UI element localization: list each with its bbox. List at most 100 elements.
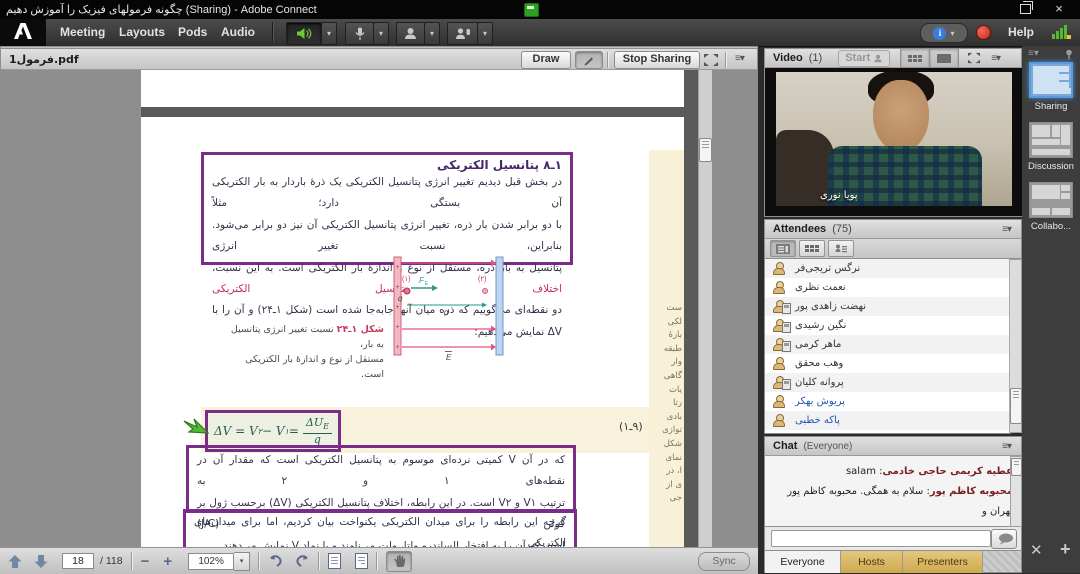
chat-pod-menu-icon[interactable]: ≡▾ bbox=[1002, 441, 1011, 452]
margin-word: توازی bbox=[662, 424, 682, 438]
layout-sharing-thumbnail[interactable] bbox=[1029, 62, 1073, 98]
pan-tool-button[interactable] bbox=[386, 551, 412, 572]
document-scrollbar[interactable] bbox=[698, 70, 712, 547]
share-pod-menu-icon[interactable]: ≡▾ bbox=[735, 53, 744, 64]
status-button[interactable] bbox=[447, 22, 478, 45]
chat-pod-title: Chat bbox=[773, 440, 797, 452]
divider bbox=[131, 552, 133, 570]
figure-force-sub: E bbox=[425, 281, 429, 287]
zoom-out-button[interactable]: − bbox=[141, 553, 150, 570]
attendees-scrollbar[interactable] bbox=[1009, 259, 1022, 433]
list-item[interactable]: وهب محقق bbox=[765, 354, 1010, 373]
fullscreen-icon[interactable] bbox=[703, 53, 719, 67]
microphone-dropdown[interactable]: ▾ bbox=[373, 22, 389, 45]
status-dropdown[interactable]: ▾ bbox=[477, 22, 493, 45]
attendee-device-icon bbox=[772, 300, 785, 313]
page-number-input[interactable] bbox=[62, 553, 94, 569]
list-item[interactable]: نعمت نظری bbox=[765, 278, 1010, 297]
margin-word: ی از bbox=[662, 479, 682, 493]
connection-signal-icon[interactable] bbox=[1052, 24, 1070, 39]
restore-button[interactable] bbox=[1020, 4, 1031, 14]
page-total-label: / 118 bbox=[100, 555, 123, 567]
layout-discussion-thumbnail[interactable] bbox=[1029, 122, 1073, 158]
attendee-grid-view-button[interactable] bbox=[799, 240, 825, 257]
fit-width-button[interactable] bbox=[328, 553, 341, 569]
speaker-button[interactable] bbox=[286, 22, 322, 45]
layout-discussion-label[interactable]: Discussion bbox=[1022, 161, 1080, 172]
list-item[interactable]: ماهر کرمی bbox=[765, 335, 1010, 354]
window-title: چگونه فرمولهای فیزیک را آموزش دهیم (Shar… bbox=[6, 3, 317, 16]
tab-hosts[interactable]: Hosts bbox=[841, 551, 903, 573]
attendee-list-view-button[interactable] bbox=[770, 240, 796, 257]
attendee-icon bbox=[772, 281, 785, 294]
page-down-button[interactable] bbox=[34, 555, 48, 568]
share-pod-header: فرمول1.pdf Draw Stop Sharing ≡▾ bbox=[0, 48, 758, 70]
svg-text:+: + bbox=[396, 264, 400, 271]
layout-bar-menu-icon[interactable]: ≡▾ bbox=[1028, 48, 1039, 59]
tab-everyone[interactable]: Everyone bbox=[765, 551, 841, 573]
chat-message: عطیه کریمی حاجی خادمی: salam bbox=[779, 462, 1013, 482]
speaker-dropdown[interactable]: ▾ bbox=[321, 22, 337, 45]
help-link[interactable]: Help bbox=[1008, 25, 1034, 39]
single-view-button[interactable] bbox=[930, 48, 959, 68]
scrollbar-thumb[interactable] bbox=[1010, 388, 1022, 424]
page-up-button[interactable] bbox=[8, 555, 22, 568]
microphone-button[interactable] bbox=[345, 22, 374, 45]
menu-audio[interactable]: Audio bbox=[221, 25, 255, 39]
undo-button[interactable] bbox=[268, 555, 283, 568]
stop-sharing-button[interactable]: Stop Sharing bbox=[614, 51, 700, 69]
list-item[interactable]: نرگس تریجی‌فر bbox=[765, 259, 1010, 278]
close-layout-bar-icon[interactable]: ✕ bbox=[1030, 541, 1043, 559]
menu-pods[interactable]: Pods bbox=[178, 25, 207, 39]
list-item[interactable]: پریوش بهکر bbox=[765, 392, 1010, 411]
list-item[interactable]: پاکه خطبی bbox=[765, 411, 1010, 430]
attendees-toolbar bbox=[764, 239, 1022, 259]
chat-tabs: Everyone Hosts Presenters bbox=[764, 551, 1022, 573]
menu-layouts[interactable]: Layouts bbox=[119, 25, 165, 39]
raise-hand-icon bbox=[455, 27, 471, 40]
redo-button[interactable] bbox=[295, 555, 310, 568]
page-margin-column: ست لکی بارهٔ طبقه وار گاهی یات رتا بادی … bbox=[649, 150, 684, 547]
figure-field-label: E bbox=[446, 353, 452, 362]
list-item[interactable]: پروانه کلیان bbox=[765, 373, 1010, 392]
draw-button[interactable]: Draw bbox=[521, 51, 571, 69]
layout-collaboration-thumbnail[interactable] bbox=[1029, 182, 1073, 218]
webcam-dropdown[interactable]: ▾ bbox=[424, 22, 440, 45]
fit-page-button[interactable] bbox=[355, 553, 368, 569]
attendees-count: (75) bbox=[832, 223, 852, 235]
attendee-status-view-button[interactable] bbox=[828, 240, 854, 257]
pin-icon[interactable] bbox=[1064, 49, 1074, 60]
start-webcam-button[interactable]: Start bbox=[838, 50, 890, 67]
fullscreen-icon[interactable] bbox=[967, 52, 981, 64]
tab-presenters[interactable]: Presenters bbox=[903, 551, 983, 573]
video-pod-header: Video (1) Start ≡▾ bbox=[764, 48, 1022, 68]
annotation-box-1: ۱ـ۸ پتانسیل الکتریکی در بخش قبل دیدیم تغ… bbox=[201, 152, 573, 265]
chat-input[interactable] bbox=[771, 530, 991, 547]
connection-info-button[interactable]: i▾ bbox=[920, 23, 968, 43]
chat-scrollbar[interactable] bbox=[1010, 456, 1022, 527]
list-item[interactable]: نگین رشیدی bbox=[765, 316, 1010, 335]
pointer-tool-button[interactable] bbox=[575, 51, 603, 69]
webcam-icon bbox=[404, 27, 417, 40]
zoom-level-value[interactable]: 102% bbox=[188, 553, 234, 570]
zoom-in-button[interactable]: + bbox=[163, 553, 172, 570]
list-item[interactable]: نهضت زاهدی پور bbox=[765, 297, 1010, 316]
close-button[interactable]: × bbox=[1048, 1, 1070, 16]
send-message-button[interactable] bbox=[991, 529, 1017, 549]
add-layout-icon[interactable]: + bbox=[1060, 539, 1071, 560]
filmstrip-view-button[interactable] bbox=[900, 48, 930, 68]
video-pod-menu-icon[interactable]: ≡▾ bbox=[991, 53, 1000, 64]
attendee-icon bbox=[772, 414, 785, 427]
menu-meeting[interactable]: Meeting bbox=[60, 25, 105, 39]
attendees-pod-menu-icon[interactable]: ≡▾ bbox=[1002, 224, 1011, 235]
zoom-dropdown[interactable]: ▾ bbox=[234, 552, 250, 571]
scrollbar-thumb[interactable] bbox=[699, 138, 712, 162]
scrollbar-thumb[interactable] bbox=[1011, 458, 1022, 476]
document-viewport[interactable]: ست لکی بارهٔ طبقه وار گاهی یات رتا بادی … bbox=[1, 70, 757, 547]
margin-word: شکل bbox=[662, 438, 682, 452]
layout-collaboration-label[interactable]: Collabo... bbox=[1022, 221, 1080, 232]
layout-sharing-label[interactable]: Sharing bbox=[1022, 101, 1080, 112]
sync-button[interactable]: Sync bbox=[698, 552, 750, 571]
webcam-button[interactable] bbox=[396, 22, 425, 45]
page-edge-band bbox=[684, 70, 698, 547]
